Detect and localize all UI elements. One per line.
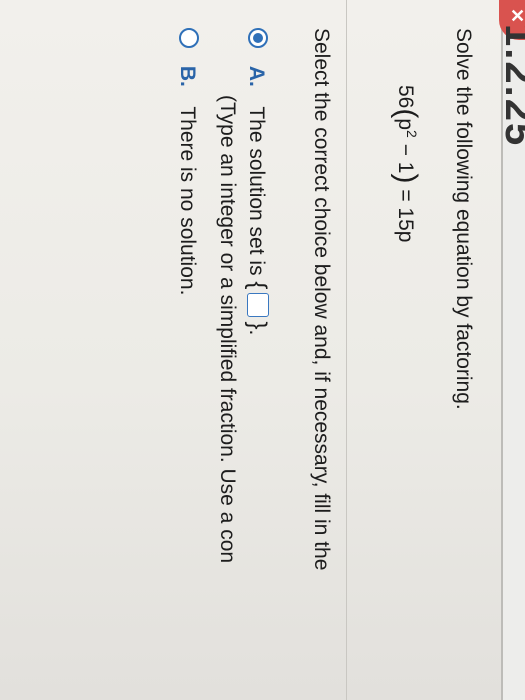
choice-b-letter: B. <box>176 65 199 87</box>
divider <box>346 0 347 700</box>
section-number: 1.2.25 <box>497 24 525 148</box>
header-strip: ✕ 1.2.25 <box>497 0 525 700</box>
instruction-text: Select the correct choice below and, if … <box>310 28 333 571</box>
left-brace: { <box>244 281 271 290</box>
equation-inner-rest: − 1 <box>394 143 417 174</box>
radio-unchecked-icon[interactable] <box>179 28 199 48</box>
equation-exponent: 2 <box>404 130 420 138</box>
equation-rhs: = 15p <box>394 189 417 243</box>
question-panel: ✕ 1.2.25 Solve the following equation by… <box>0 0 525 700</box>
choice-b-text: There is no solution. <box>176 106 199 296</box>
left-paren: ( <box>390 108 423 119</box>
right-paren: ) <box>390 173 423 184</box>
answer-input[interactable] <box>247 293 269 318</box>
choice-a-text: The solution set is <box>245 106 268 276</box>
period: . <box>245 329 268 336</box>
choice-a-hint: (Type an integer or a simplified fractio… <box>216 95 239 564</box>
question-prompt: Solve the following equation by factorin… <box>452 28 475 410</box>
radio-checked-icon[interactable] <box>248 28 268 48</box>
x-icon: ✕ <box>507 8 525 24</box>
equation-variable: p <box>394 118 417 131</box>
equation-coefficient: 56 <box>394 85 417 109</box>
choice-a-letter: A. <box>245 65 268 87</box>
choice-a[interactable]: A. The solution set is {}. <box>243 28 271 335</box>
equation: 56(p2 − 1) = 15p <box>389 85 423 242</box>
choice-b[interactable]: B. There is no solution. <box>175 28 199 295</box>
